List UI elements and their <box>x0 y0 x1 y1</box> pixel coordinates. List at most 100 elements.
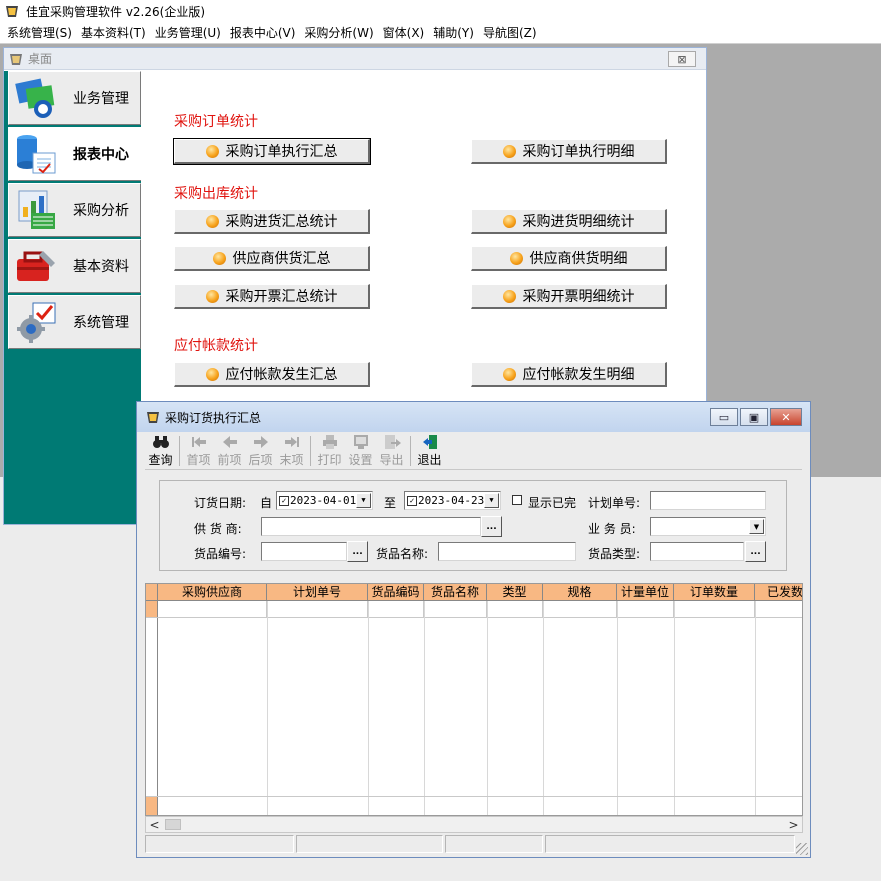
first-button[interactable]: 首项 <box>183 434 214 468</box>
dropdown-arrow-icon[interactable]: ▼ <box>749 519 764 534</box>
payable-detail-button[interactable]: 应付帐款发生明细 <box>471 362 667 387</box>
grid-cell[interactable] <box>368 601 424 617</box>
from-date-checkbox[interactable]: ✓ <box>279 495 289 506</box>
table-row[interactable] <box>146 601 802 618</box>
supplier-input[interactable] <box>261 517 481 536</box>
menu-assist[interactable]: 辅助(Y) <box>430 24 480 41</box>
nav-item-basic-data[interactable]: 基本资料 <box>8 239 141 293</box>
close-button[interactable]: ✕ <box>770 408 802 426</box>
col-header-unit[interactable]: 计量单位 <box>617 584 674 601</box>
menu-system[interactable]: 系统管理(S) <box>4 24 78 41</box>
invoice-summary-button[interactable]: 采购开票汇总统计 <box>174 284 370 309</box>
nav-item-system[interactable]: 系统管理 <box>8 295 141 349</box>
item-type-input[interactable] <box>650 542 744 561</box>
grid-cell[interactable] <box>267 601 368 617</box>
grid-cell[interactable] <box>755 601 802 617</box>
menu-business[interactable]: 业务管理(U) <box>152 24 227 41</box>
col-header-spec[interactable]: 规格 <box>543 584 617 601</box>
dropdown-arrow-icon[interactable]: ▼ <box>356 493 371 508</box>
desktop-close-button[interactable]: ⊠ <box>668 51 696 67</box>
scroll-right-button[interactable]: > <box>785 817 802 832</box>
column-divider <box>617 601 618 815</box>
item-name-input[interactable] <box>438 542 576 561</box>
col-header-plan-no[interactable]: 计划单号 <box>267 584 368 601</box>
supplier-browse-button[interactable]: ... <box>481 516 502 537</box>
menu-navigation-map[interactable]: 导航图(Z) <box>480 24 543 41</box>
orange-dot-icon <box>502 289 516 303</box>
to-date-picker[interactable]: ✓ 2023-04-23 ▼ <box>404 491 501 510</box>
grid-header: 采购供应商 计划单号 货品编码 货品名称 类型 规格 计量单位 订单数量 已发数 <box>146 584 802 601</box>
section-title-order: 采购订单统计 <box>174 114 258 130</box>
desktop-titlebar[interactable]: 桌面 ⊠ <box>4 48 706 70</box>
nav-label-business: 业务管理 <box>73 91 129 107</box>
column-divider <box>755 601 756 815</box>
exit-button[interactable]: 退出 <box>414 434 445 468</box>
payable-detail-label: 应付帐款发生明细 <box>522 367 635 383</box>
grid-cell[interactable] <box>158 601 267 617</box>
col-header-item-name[interactable]: 货品名称 <box>424 584 487 601</box>
grid-cell[interactable] <box>424 601 487 617</box>
system-gear-icon <box>17 302 56 343</box>
column-divider <box>267 601 268 815</box>
section-title-inbound: 采购出库统计 <box>174 186 258 202</box>
toolbar-separator <box>310 436 311 466</box>
payable-summary-button[interactable]: 应付帐款发生汇总 <box>174 362 370 387</box>
order-summary-button[interactable]: 采购订单执行汇总 <box>173 138 371 165</box>
inbound-summary-button[interactable]: 采购进货汇总统计 <box>174 209 370 234</box>
orange-dot-icon <box>502 367 516 381</box>
grid-cell[interactable] <box>674 601 755 617</box>
child-titlebar[interactable]: 采购订货执行汇总 ▭ ▣ ✕ <box>137 402 810 432</box>
last-button[interactable]: 末项 <box>276 434 307 468</box>
print-button[interactable]: 打印 <box>314 434 345 468</box>
app-title-bar: 佳宜采购管理软件 v2.26(企业版) <box>0 0 881 22</box>
scroll-left-button[interactable]: < <box>146 817 163 832</box>
horizontal-scrollbar[interactable]: < > <box>145 816 803 833</box>
item-code-browse-button[interactable]: ... <box>347 541 368 562</box>
dropdown-arrow-icon[interactable]: ▼ <box>484 493 499 508</box>
menu-report-center[interactable]: 报表中心(V) <box>227 24 302 41</box>
nav-item-report-center[interactable]: 报表中心 <box>8 127 144 181</box>
prev-button[interactable]: 前项 <box>214 434 245 468</box>
plan-no-label: 计划单号: <box>588 496 641 510</box>
order-detail-button[interactable]: 采购订单执行明细 <box>471 139 667 164</box>
item-code-input[interactable] <box>261 542 347 561</box>
item-type-browse-button[interactable]: ... <box>745 541 766 562</box>
nav-item-purchase-analysis[interactable]: 采购分析 <box>8 183 141 237</box>
salesman-select[interactable]: ▼ <box>650 517 766 536</box>
grid-cell[interactable] <box>487 601 543 617</box>
inbound-detail-button[interactable]: 采购进货明细统计 <box>471 209 667 234</box>
grid-cell[interactable] <box>543 601 617 617</box>
item-type-label: 货品类型: <box>588 547 641 561</box>
grid-cell[interactable] <box>617 601 674 617</box>
col-header-supplier[interactable]: 采购供应商 <box>158 584 267 601</box>
next-button[interactable]: 后项 <box>245 434 276 468</box>
show-done-checkbox[interactable] <box>512 495 522 505</box>
minimize-button[interactable]: ▭ <box>710 408 738 426</box>
supplier-detail-button[interactable]: 供应商供货明细 <box>471 246 667 271</box>
menu-basic-data[interactable]: 基本资料(T) <box>78 24 152 41</box>
col-header-shipped[interactable]: 已发数 <box>755 584 802 601</box>
nav-item-business[interactable]: 业务管理 <box>8 71 141 125</box>
to-date-checkbox[interactable]: ✓ <box>407 495 417 506</box>
plan-no-input[interactable] <box>650 491 766 510</box>
data-grid[interactable]: 采购供应商 计划单号 货品编码 货品名称 类型 规格 计量单位 订单数量 已发数 <box>145 583 803 816</box>
query-button[interactable]: 查询 <box>145 434 176 468</box>
resize-grip-icon[interactable] <box>796 843 808 855</box>
column-divider <box>674 601 675 815</box>
grid-corner <box>146 584 158 601</box>
menu-window[interactable]: 窗体(X) <box>380 24 431 41</box>
from-date-picker[interactable]: ✓ 2023-04-01 ▼ <box>276 491 373 510</box>
printer-icon <box>322 435 337 449</box>
supplier-summary-button[interactable]: 供应商供货汇总 <box>174 246 370 271</box>
menu-purchase-analysis[interactable]: 采购分析(W) <box>301 24 379 41</box>
settings-button[interactable]: 设置 <box>345 434 376 468</box>
export-button[interactable]: 导出 <box>376 434 407 468</box>
invoice-detail-button[interactable]: 采购开票明细统计 <box>471 284 667 309</box>
col-header-order-qty[interactable]: 订单数量 <box>674 584 755 601</box>
show-done-label: 显示已完 <box>528 496 577 510</box>
col-header-type[interactable]: 类型 <box>487 584 543 601</box>
scroll-thumb[interactable] <box>165 819 181 830</box>
row-indicator[interactable] <box>146 601 158 617</box>
maximize-button[interactable]: ▣ <box>740 408 768 426</box>
col-header-item-code[interactable]: 货品编码 <box>368 584 424 601</box>
